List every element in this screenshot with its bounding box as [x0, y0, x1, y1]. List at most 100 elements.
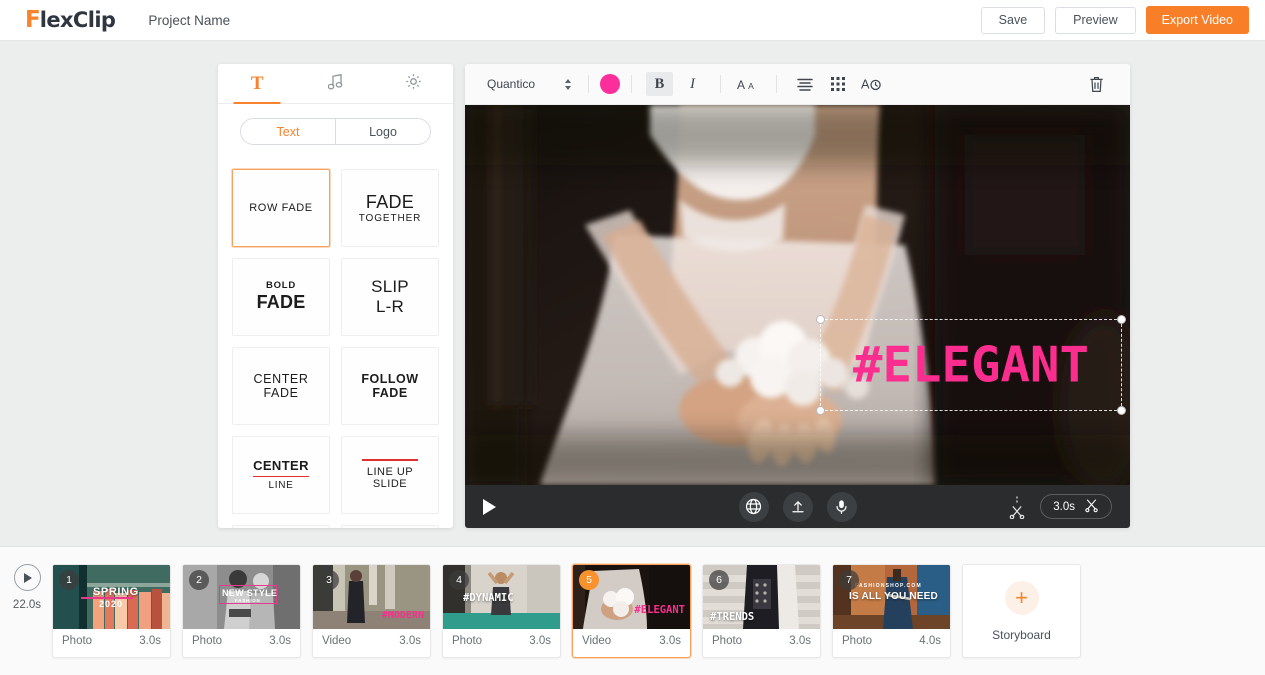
- resize-handle-top-right[interactable]: [1117, 315, 1126, 324]
- thumb-overlay-line1: #TRENDS: [710, 611, 755, 623]
- preset-center-fade[interactable]: CENTER FADE: [232, 347, 330, 425]
- clip-type: Photo: [842, 635, 873, 647]
- preset-label-line2: LINE: [268, 479, 294, 491]
- text-T-icon: T: [250, 73, 264, 94]
- thumb-overlay-line1: #DYNAMIC: [463, 592, 514, 604]
- clip-thumbnail: 3 #MODERN: [313, 565, 430, 629]
- clip-duration-label: 3.0s: [1053, 500, 1075, 513]
- align-icon[interactable]: [791, 72, 818, 96]
- project-name[interactable]: Project Name: [148, 13, 230, 28]
- svg-text:A: A: [737, 77, 745, 91]
- preset-label-line1: FOLLOW: [361, 371, 419, 386]
- italic-button[interactable]: I: [679, 72, 706, 96]
- tab-text[interactable]: T: [218, 64, 296, 103]
- resize-handle-bottom-right[interactable]: [1117, 406, 1126, 415]
- preset-center-line[interactable]: CENTER LINE: [232, 436, 330, 514]
- text-color-swatch[interactable]: [600, 74, 620, 94]
- clip-duration-button[interactable]: 3.0s: [1040, 494, 1112, 519]
- play-icon[interactable]: [483, 498, 496, 515]
- toolbar-divider: [776, 75, 777, 93]
- thumb-overlay-line2: FASHION: [235, 598, 261, 603]
- preset-line-up-slide[interactable]: LINE UP SLIDE: [341, 436, 439, 514]
- preset-partial-row-right[interactable]: [341, 525, 439, 528]
- thumb-overlay-line1: #ELEGANT: [634, 604, 685, 616]
- segment-text[interactable]: Text: [241, 119, 335, 144]
- preset-label-line2: FADE: [256, 292, 306, 313]
- tab-music[interactable]: [296, 64, 374, 103]
- preset-fade-together[interactable]: FADE TOGETHER: [341, 169, 439, 247]
- font-family-select[interactable]: Quantico: [487, 77, 565, 91]
- top-bar: F lexClip Project Name Save Preview Expo…: [0, 0, 1265, 41]
- globe-icon[interactable]: [738, 491, 769, 522]
- clip-index-badge: 6: [709, 570, 729, 590]
- panel-tab-bar: T: [218, 64, 453, 104]
- timeline-bar: 22.0s 1 SPRING 2020 Photo 3.0s 2 NEW STY…: [0, 546, 1265, 675]
- font-size-stepper[interactable]: [565, 78, 571, 90]
- text-toolbar: Quantico B I A A A: [465, 64, 1130, 105]
- preset-row-fade[interactable]: ROW FADE: [232, 169, 330, 247]
- timeline-item-1[interactable]: 1 SPRING 2020 Photo 3.0s: [52, 564, 171, 658]
- clip-meta: Photo 3.0s: [53, 629, 170, 653]
- clip-index-badge: 3: [319, 570, 339, 590]
- timeline-item-5[interactable]: 5 #ELEGANT Video 3.0s: [572, 564, 691, 658]
- preview-frame-image: [465, 105, 1130, 485]
- spacing-grid-icon[interactable]: [824, 72, 851, 96]
- top-actions: Save Preview Export Video: [980, 6, 1249, 34]
- preset-slip-lr[interactable]: SLIP L-R: [341, 258, 439, 336]
- timeline-play-button[interactable]: [13, 564, 41, 591]
- clip-thumbnail: 2 NEW STYLE FASHION: [183, 565, 300, 629]
- timeline-item-3[interactable]: 3 #MODERN Video 3.0s: [312, 564, 431, 658]
- player-controls: 3.0s: [465, 485, 1130, 528]
- export-video-button[interactable]: Export Video: [1145, 6, 1249, 34]
- microphone-icon[interactable]: [826, 491, 857, 522]
- thumb-overlay-line2: 2020: [99, 599, 124, 609]
- plus-icon: +: [1004, 580, 1039, 615]
- player-center-tools: [738, 491, 857, 522]
- toolbar-divider: [631, 75, 632, 93]
- text-selection-box[interactable]: #ELEGANT: [816, 315, 1126, 415]
- save-button[interactable]: Save: [980, 6, 1046, 34]
- timeline-item-7[interactable]: 7 FASHIONSHOP.COM IS ALL YOU NEED Photo …: [832, 564, 951, 658]
- resize-handle-top-left[interactable]: [816, 315, 825, 324]
- clip-meta: Photo 3.0s: [183, 629, 300, 653]
- preset-label-line1: SLIP: [371, 277, 409, 297]
- preset-grid: ROW FADE FADE TOGETHER BOLD FADE SLIP L-…: [232, 159, 439, 528]
- tab-settings[interactable]: [375, 64, 453, 103]
- preset-label-line2: FADE: [372, 386, 408, 400]
- add-storyboard-card[interactable]: + Storyboard: [962, 564, 1081, 658]
- thumb-overlay-line1: FASHIONSHOP.COM: [855, 583, 922, 589]
- preset-partial-row-left[interactable]: [232, 525, 330, 528]
- overlay-text[interactable]: #ELEGANT: [821, 337, 1121, 394]
- total-duration-label: 22.0s: [12, 599, 42, 611]
- preset-scroll-area[interactable]: ROW FADE FADE TOGETHER BOLD FADE SLIP L-…: [218, 159, 453, 528]
- thumb-overlay-line2: IS ALL YOU NEED: [849, 591, 938, 602]
- thumb-accent-line: [81, 597, 133, 599]
- trash-icon[interactable]: [1083, 72, 1110, 96]
- text-logo-segmented: Text Logo: [240, 118, 431, 145]
- upload-icon[interactable]: [782, 491, 813, 522]
- preset-label-line1: BOLD: [265, 280, 297, 292]
- clip-meta: Video 3.0s: [573, 629, 690, 653]
- app-logo[interactable]: F lexClip: [25, 7, 116, 32]
- logo-wordmark: lexClip: [39, 7, 116, 32]
- video-preview[interactable]: #ELEGANT: [465, 105, 1130, 485]
- clip-type: Photo: [62, 635, 93, 647]
- clip-meta: Photo 3.0s: [443, 629, 560, 653]
- text-animation-icon[interactable]: A: [857, 72, 884, 96]
- preset-label-line2: FADE: [263, 386, 299, 400]
- bold-button[interactable]: B: [646, 72, 673, 96]
- segment-logo[interactable]: Logo: [335, 119, 430, 144]
- preset-follow-fade[interactable]: FOLLOW FADE: [341, 347, 439, 425]
- music-note-icon: [327, 73, 343, 95]
- preview-button[interactable]: Preview: [1055, 6, 1136, 34]
- resize-handle-bottom-left[interactable]: [816, 406, 825, 415]
- timeline-item-6[interactable]: 6 #TRENDS Photo 3.0s: [702, 564, 821, 658]
- split-icon[interactable]: [1006, 495, 1028, 519]
- preset-bold-fade[interactable]: BOLD FADE: [232, 258, 330, 336]
- preset-label-line1: FADE: [365, 191, 415, 212]
- timeline-item-2[interactable]: 2 NEW STYLE FASHION Photo 3.0s: [182, 564, 301, 658]
- timeline-item-4[interactable]: 4 #DYNAMIC Photo 3.0s: [442, 564, 561, 658]
- scissors-icon[interactable]: [1084, 498, 1099, 516]
- clip-type: Photo: [712, 635, 743, 647]
- font-size-icon[interactable]: A A: [735, 72, 762, 96]
